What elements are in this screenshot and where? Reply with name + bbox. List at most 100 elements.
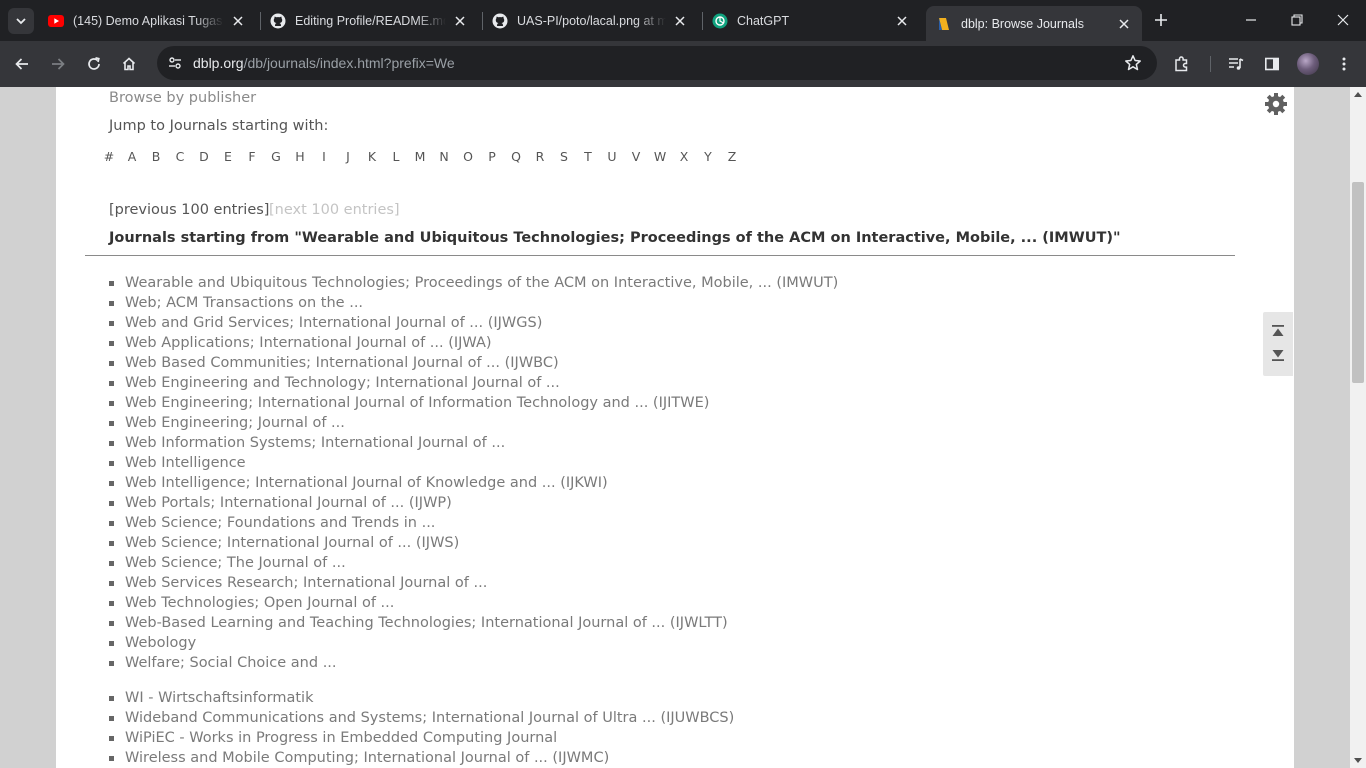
bullet [109,500,114,506]
letter-link-v[interactable]: V [628,149,644,164]
window-close-button[interactable] [1320,0,1366,40]
letter-link-r[interactable]: R [532,149,548,164]
chevron-down-icon [16,18,26,25]
letter-link-l[interactable]: L [388,149,404,164]
site-info-button[interactable] [163,51,187,75]
journal-link[interactable]: WI - Wirtschaftsinformatik [125,690,313,706]
journal-link[interactable]: Wideband Communications and Systems; Int… [125,710,734,726]
bullet [109,460,114,466]
letter-link-y[interactable]: Y [700,149,716,164]
address-bar[interactable]: dblp.org/db/journals/index.html?prefix=W… [157,46,1157,80]
letter-link-s[interactable]: S [556,149,572,164]
journal-link[interactable]: Web Applications; International Journal … [125,335,492,351]
journal-link[interactable]: Web Engineering; International Journal o… [125,395,709,411]
back-button[interactable] [7,49,37,79]
letter-link-u[interactable]: U [604,149,620,164]
tab-search-button[interactable] [8,8,34,34]
url-text[interactable]: dblp.org/db/journals/index.html?prefix=W… [193,55,455,71]
letter-link-k[interactable]: K [364,149,380,164]
letter-link-n[interactable]: N [436,149,452,164]
journal-link[interactable]: Web Engineering; Journal of ... [125,415,345,431]
letter-link-e[interactable]: E [220,149,236,164]
journal-link[interactable]: Wearable and Ubiquitous Technologies; Pr… [125,275,838,291]
journal-link[interactable]: Web Portals; International Journal of ..… [125,495,452,511]
page-viewport: Browse by publisher Jump to Journals sta… [0,87,1366,768]
letter-link-z[interactable]: Z [724,149,740,164]
letter-link-t[interactable]: T [580,149,596,164]
browser-tab-github-uas[interactable]: UAS-PI/poto/lacal.png at ma [482,6,698,35]
profile-avatar[interactable] [1297,53,1319,75]
letter-link-q[interactable]: Q [508,149,524,164]
close-icon[interactable] [230,13,246,29]
letter-link-j[interactable]: J [340,149,356,164]
journal-link[interactable]: Web Engineering and Technology; Internat… [125,375,560,391]
bookmark-star-button[interactable] [1123,53,1143,73]
scroll-up-arrow-icon[interactable] [1354,92,1362,97]
journal-link[interactable]: Web Technologies; Open Journal of ... [125,595,394,611]
media-controls-button[interactable] [1221,49,1251,79]
bullet [109,400,114,406]
journal-link[interactable]: Web Science; Foundations and Trends in .… [125,515,435,531]
browser-tab-youtube[interactable]: (145) Demo Aplikasi Tugas Ak [38,6,256,35]
close-icon[interactable] [894,13,910,29]
bullet [109,560,114,566]
letter-link-d[interactable]: D [196,149,212,164]
letter-link-hash[interactable]: # [101,149,117,164]
close-icon[interactable] [452,13,468,29]
letter-link-g[interactable]: G [268,149,284,164]
journal-link[interactable]: Wireless and Mobile Computing; Internati… [125,750,609,766]
close-icon[interactable] [1116,16,1132,32]
forward-button[interactable] [43,49,73,79]
home-button[interactable] [114,49,144,79]
jump-to-top-icon[interactable] [1270,323,1286,339]
journal-link[interactable]: Web and Grid Services; International Jou… [125,315,542,331]
journal-link[interactable]: Welfare; Social Choice and ... [125,655,337,671]
page-scrollbar[interactable] [1350,87,1366,768]
journal-link[interactable]: Web Science; The Journal of ... [125,555,346,571]
bullet [109,755,114,761]
journal-link[interactable]: Web; ACM Transactions on the ... [125,295,363,311]
bullet [109,600,114,606]
close-icon [1337,14,1349,26]
reload-button[interactable] [79,49,109,79]
side-panel-button[interactable] [1257,49,1287,79]
browser-tab-chatgpt[interactable]: ChatGPT [702,6,920,35]
browser-tab-dblp[interactable]: dblp: Browse Journals [926,6,1142,41]
scroll-down-arrow-icon[interactable] [1354,758,1362,763]
journal-link[interactable]: Web Science; International Journal of ..… [125,535,459,551]
letter-link-h[interactable]: H [292,149,308,164]
letter-link-b[interactable]: B [148,149,164,164]
tune-icon [169,57,181,69]
journal-link[interactable]: Web Information Systems; International J… [125,435,505,451]
gear-icon[interactable] [1264,92,1288,116]
letter-link-m[interactable]: M [412,149,428,164]
close-icon[interactable] [672,13,688,29]
browser-menu-button[interactable] [1329,49,1359,79]
journal-link[interactable]: Web Services Research; International Jou… [125,575,487,591]
jump-to-bottom-icon[interactable] [1270,347,1286,363]
restore-button[interactable] [1274,0,1320,40]
extensions-button[interactable] [1167,49,1197,79]
journal-link[interactable]: Web Intelligence [125,455,246,471]
jump-to-label: Jump to Journals starting with: [109,118,329,134]
journal-link[interactable]: Web Intelligence; International Journal … [125,475,608,491]
scroll-thumb[interactable] [1352,182,1364,383]
journal-link[interactable]: Web Based Communities; International Jou… [125,355,559,371]
previous-entries-link[interactable]: [previous 100 entries] [109,202,269,218]
letter-link-i[interactable]: I [316,149,332,164]
journal-link[interactable]: WiPiEC - Works in Progress in Embedded C… [125,730,557,746]
letter-link-f[interactable]: F [244,149,260,164]
restore-icon [1291,14,1303,26]
browser-tab-github-readme[interactable]: Editing Profile/README.md a [260,6,478,35]
letter-link-a[interactable]: A [124,149,140,164]
letter-link-c[interactable]: C [172,149,188,164]
journal-link[interactable]: Web-Based Learning and Teaching Technolo… [125,615,728,631]
journal-link[interactable]: Webology [125,635,196,651]
letter-link-o[interactable]: O [460,149,476,164]
browse-by-publisher-link[interactable]: Browse by publisher [109,90,256,106]
letter-link-p[interactable]: P [484,149,500,164]
minimize-button[interactable] [1228,0,1274,40]
letter-link-w[interactable]: W [652,149,668,164]
new-tab-button[interactable] [1150,9,1172,31]
letter-link-x[interactable]: X [676,149,692,164]
